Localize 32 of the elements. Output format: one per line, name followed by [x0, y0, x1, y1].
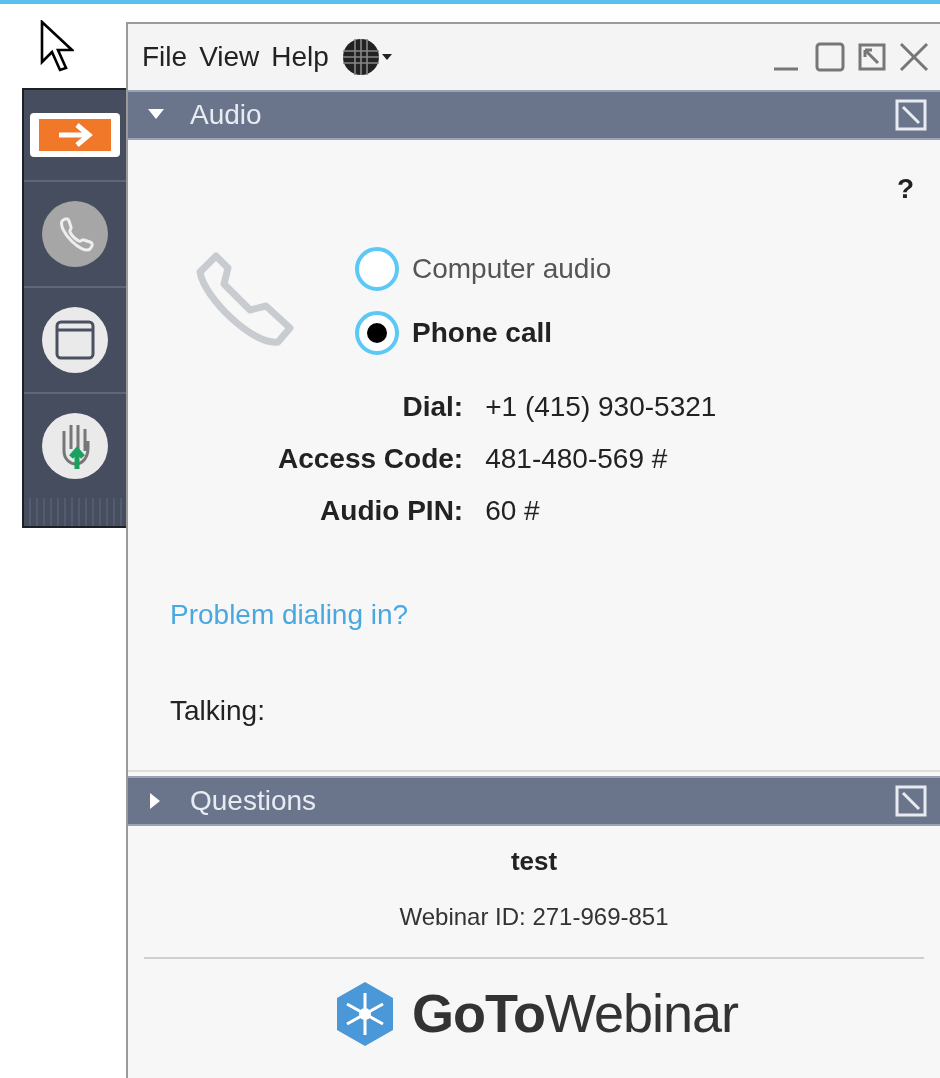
- field-value: +1 (415) 930-5321: [485, 390, 717, 424]
- field-value: 60 #: [485, 494, 541, 528]
- field-label: Access Code:: [278, 442, 464, 476]
- language-menu[interactable]: [340, 37, 393, 77]
- section-header[interactable]: Questions: [128, 776, 940, 826]
- mouse-pointer-icon: [40, 20, 74, 74]
- radio-button-icon: [354, 310, 400, 356]
- radio-option[interactable]: Computer audio: [354, 246, 612, 292]
- undock-icon[interactable]: [894, 784, 928, 818]
- menu-item[interactable]: Help: [271, 36, 329, 78]
- field-value: 481-480-569 #: [485, 442, 669, 476]
- help-icon[interactable]: ?: [896, 168, 914, 210]
- talking-label: Talking:: [170, 694, 265, 728]
- radio-option[interactable]: Phone call: [354, 310, 612, 356]
- menu-item[interactable]: View: [199, 36, 260, 78]
- brand-logo: GoToWebinar: [411, 982, 739, 1045]
- caret-icon: [380, 53, 393, 61]
- section-header[interactable]: Audio: [128, 90, 940, 140]
- field-label: Audio PIN:: [319, 494, 464, 528]
- undock-icon[interactable]: [894, 98, 928, 132]
- close-icon[interactable]: [898, 41, 930, 73]
- globe-icon: [340, 37, 381, 77]
- undock-icon[interactable]: [856, 41, 888, 73]
- webinar-id: Webinar ID: 271-969-851: [399, 902, 669, 932]
- arrow-button-icon[interactable]: [27, 110, 123, 160]
- menu-item[interactable]: File: [142, 36, 188, 78]
- phone-icon[interactable]: [40, 199, 110, 269]
- webinar-title: test: [510, 845, 558, 878]
- window-icon[interactable]: [40, 305, 110, 375]
- field-label: Dial:: [401, 390, 464, 424]
- radio-button-icon: [354, 246, 400, 292]
- raise-hand-icon[interactable]: [40, 411, 110, 481]
